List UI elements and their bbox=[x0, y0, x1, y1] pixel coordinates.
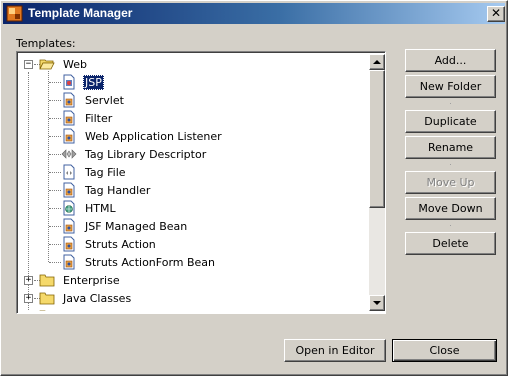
tree-folder-java-gui-forms[interactable]: Java GUI Forms bbox=[39, 307, 149, 311]
tree-connector bbox=[49, 244, 61, 245]
close-button-label: Close bbox=[429, 344, 460, 357]
rename-button-label: Rename bbox=[427, 141, 474, 154]
add-button[interactable]: Add... bbox=[405, 49, 496, 72]
close-icon: ✕ bbox=[490, 6, 502, 20]
delete-button-label: Delete bbox=[432, 237, 469, 250]
tree-item-servlet[interactable]: Servlet bbox=[61, 91, 126, 109]
java-file-icon bbox=[63, 92, 75, 108]
tree-item-label: Tag Handler bbox=[85, 183, 151, 197]
tree-item-filter[interactable]: Filter bbox=[61, 109, 114, 127]
tree-folder-java-classes[interactable]: Java Classes bbox=[39, 289, 133, 307]
tree-item-jsp[interactable]: JSP bbox=[61, 73, 104, 91]
move-down-button-label: Move Down bbox=[418, 202, 483, 215]
separator-dot bbox=[450, 225, 451, 226]
tree-item-label: HTML bbox=[85, 201, 116, 215]
java-file-icon bbox=[63, 182, 75, 198]
scroll-up-button[interactable] bbox=[369, 54, 385, 70]
duplicate-button[interactable]: Duplicate bbox=[405, 110, 496, 133]
tree-folder-label: Web bbox=[63, 57, 87, 71]
arrow-up-icon bbox=[373, 60, 381, 64]
tree-item-label: Tag File bbox=[85, 165, 126, 179]
tree-connector bbox=[49, 226, 61, 227]
templates-label: Templates: bbox=[16, 37, 76, 50]
duplicate-button-label: Duplicate bbox=[424, 115, 477, 128]
tree-connector bbox=[49, 172, 61, 173]
tree-connector bbox=[49, 100, 61, 101]
app-icon bbox=[6, 5, 23, 22]
java-file-icon bbox=[63, 254, 75, 270]
move-up-button-label: Move Up bbox=[426, 176, 475, 189]
arrow-down-icon bbox=[373, 301, 381, 305]
add-button-label: Add... bbox=[434, 54, 467, 67]
collapse-web-toggle[interactable]: − bbox=[24, 60, 33, 69]
window-title: Template Manager bbox=[28, 6, 133, 20]
tree-connector bbox=[49, 262, 61, 263]
tree-item-label: Filter bbox=[85, 111, 113, 125]
tree-item-jsf-managed-bean[interactable]: JSF Managed Bean bbox=[61, 217, 189, 235]
open-in-editor-button-label: Open in Editor bbox=[295, 344, 375, 357]
tree-folder-label: Enterprise bbox=[63, 273, 120, 287]
delete-button[interactable]: Delete bbox=[405, 232, 496, 255]
new-folder-button[interactable]: New Folder bbox=[405, 75, 496, 98]
template-manager-dialog: Template Manager ✕ Templates: − Web JSP S… bbox=[0, 0, 508, 376]
tree-item-label: JSP bbox=[83, 74, 104, 90]
tree-connector bbox=[49, 136, 61, 137]
expand-folder-toggle[interactable]: + bbox=[24, 276, 33, 285]
tree-folder-label: Java GUI Forms bbox=[61, 309, 149, 312]
separator-dot bbox=[450, 103, 451, 104]
tree-item-label: JSF Managed Bean bbox=[85, 219, 188, 233]
tree-viewport: − Web JSP Servlet Filter Web Application Li… bbox=[19, 54, 369, 311]
java-file-icon bbox=[63, 236, 75, 252]
move-down-button[interactable]: Move Down bbox=[405, 197, 496, 220]
tree-item-struts-action[interactable]: Struts Action bbox=[61, 235, 158, 253]
tree-vertical-scrollbar[interactable] bbox=[369, 54, 385, 311]
rename-button[interactable]: Rename bbox=[405, 136, 496, 159]
tree-item-tag-file[interactable]: Tag File bbox=[61, 163, 128, 181]
tree-item-tag-library-descriptor[interactable]: Tag Library Descriptor bbox=[61, 145, 208, 163]
tree-item-label: Struts ActionForm Bean bbox=[85, 255, 216, 269]
scroll-down-button[interactable] bbox=[369, 295, 385, 311]
folder-icon bbox=[39, 274, 55, 287]
separator-dot bbox=[450, 164, 451, 165]
tree-folder-label: Java Classes bbox=[63, 291, 132, 305]
tree-folder-enterprise[interactable]: Enterprise bbox=[39, 271, 122, 289]
folder-icon bbox=[39, 292, 55, 305]
title-bar[interactable]: Template Manager ✕ bbox=[3, 3, 505, 24]
tree-folder-web[interactable]: Web bbox=[39, 55, 89, 73]
close-button[interactable]: Close bbox=[392, 339, 497, 362]
tree-item-web-application-listener[interactable]: Web Application Listener bbox=[61, 127, 224, 145]
tree-item-html[interactable]: HTML bbox=[61, 199, 118, 217]
move-up-button[interactable]: Move Up bbox=[405, 171, 496, 194]
new-folder-button-label: New Folder bbox=[419, 80, 482, 93]
java-file-icon bbox=[63, 110, 75, 126]
tree-item-label: Struts Action bbox=[85, 237, 156, 251]
html-file-icon bbox=[63, 200, 75, 216]
open-in-editor-button[interactable]: Open in Editor bbox=[284, 339, 386, 362]
tree-item-tag-handler[interactable]: Tag Handler bbox=[61, 181, 152, 199]
tld-file-icon bbox=[61, 149, 77, 159]
tree-connector bbox=[49, 118, 61, 119]
tree-item-label: Tag Library Descriptor bbox=[85, 147, 207, 161]
expand-folder-toggle[interactable]: + bbox=[24, 294, 33, 303]
tree-item-struts-actionform-bean[interactable]: Struts ActionForm Bean bbox=[61, 253, 217, 271]
tag-file-icon bbox=[63, 164, 75, 180]
open-folder-icon bbox=[39, 59, 55, 70]
tree-item-label: Servlet bbox=[85, 93, 124, 107]
folder-icon bbox=[39, 310, 46, 311]
java-file-icon bbox=[63, 128, 75, 144]
tree-connector bbox=[49, 154, 61, 155]
tree-connector bbox=[49, 82, 61, 83]
templates-tree[interactable]: − Web JSP Servlet Filter Web Application Li… bbox=[16, 51, 386, 314]
java-file-icon bbox=[63, 218, 75, 234]
tree-item-label: Web Application Listener bbox=[85, 129, 222, 143]
close-window-button[interactable]: ✕ bbox=[487, 6, 505, 22]
tree-connector bbox=[49, 190, 61, 191]
jsp-file-icon bbox=[63, 74, 75, 90]
scroll-thumb[interactable] bbox=[369, 70, 385, 208]
tree-connector bbox=[49, 208, 61, 209]
